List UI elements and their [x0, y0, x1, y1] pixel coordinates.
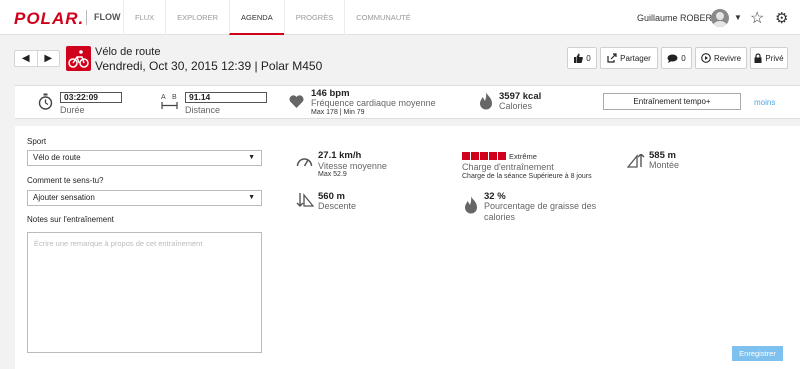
duration-field[interactable]: 03:22:09	[60, 92, 122, 103]
feeling-select[interactable]: Ajouter sensation ▼	[27, 190, 262, 206]
main-tabs: FLUX EXPLORER AGENDA PROGRÈS COMMUNAUTÉ	[123, 0, 422, 35]
ascent-label: Montée	[649, 160, 680, 170]
flow-product-label: FLOW	[94, 12, 121, 22]
gear-icon[interactable]: ⚙	[775, 9, 788, 27]
cycling-icon	[66, 46, 91, 71]
sport-label: Sport	[27, 137, 47, 146]
feeling-label: Comment te sens-tu?	[27, 176, 104, 185]
thumbs-up-icon	[573, 53, 584, 63]
notes-textarea[interactable]: Écrire une remarque à propos de cet entr…	[27, 232, 262, 353]
share-label: Partager	[620, 53, 651, 63]
replay-label: Revivre	[713, 53, 742, 63]
play-icon	[701, 53, 711, 63]
save-button[interactable]: Enregistrer	[732, 346, 783, 361]
comment-icon	[667, 54, 678, 63]
share-icon	[607, 53, 617, 63]
chevron-down-icon[interactable]: ▼	[734, 13, 742, 22]
descent-icon	[296, 193, 315, 212]
training-details-panel: Sport Vélo de route ▼ Comment te sens-tu…	[15, 126, 800, 369]
replay-button[interactable]: Revivre	[695, 47, 747, 69]
sport-select-value: Vélo de route	[33, 153, 81, 162]
logo-divider	[86, 10, 87, 25]
tab-flux[interactable]: FLUX	[123, 0, 165, 35]
notes-label: Notes sur l'entraînement	[27, 215, 114, 224]
summary-bar: 03:22:09 Durée AB 91.14 Distance 146 bpm…	[15, 85, 800, 119]
date-pager: ◀ ▶	[14, 50, 60, 67]
less-link[interactable]: moins	[754, 98, 775, 107]
ascent-icon	[626, 153, 645, 173]
share-button[interactable]: Partager	[600, 47, 658, 69]
next-arrow-icon[interactable]: ▶	[38, 51, 60, 66]
avg-speed-value: 27.1 km/h	[318, 150, 362, 161]
chevron-down-icon: ▼	[248, 154, 255, 161]
duration-label: Durée	[60, 105, 85, 115]
heart-rate-label: Fréquence cardiaque moyenne	[311, 98, 436, 108]
training-load-dots	[462, 152, 506, 160]
heart-rate-minmax: Max 178 | Min 79	[311, 109, 365, 116]
flame-icon	[464, 196, 478, 220]
training-load-level: Extrême	[509, 152, 537, 161]
calories-label: Calories	[499, 101, 533, 111]
distance-field[interactable]: 91.14	[185, 92, 267, 103]
sport-select[interactable]: Vélo de route ▼	[27, 150, 262, 166]
tab-progres[interactable]: PROGRÈS	[283, 0, 345, 35]
comment-count: 0	[681, 53, 686, 63]
load-dot-5	[498, 152, 506, 160]
descent-label: Descente	[318, 201, 357, 211]
load-dot-4	[489, 152, 497, 160]
tab-agenda[interactable]: AGENDA	[229, 0, 284, 35]
privacy-button[interactable]: Privé	[750, 47, 788, 69]
svg-text:A: A	[161, 94, 166, 101]
like-count: 0	[586, 53, 591, 63]
polar-logo[interactable]: POLAR.	[14, 9, 84, 29]
star-icon[interactable]: ☆	[750, 8, 764, 28]
training-tempo-button[interactable]: Entraînement tempo+	[603, 93, 741, 110]
fat-percentage-label-line1: Pourcentage de graisse des	[484, 201, 597, 211]
feeling-select-value: Ajouter sensation	[33, 193, 95, 202]
lock-icon	[754, 53, 762, 63]
tab-explorer[interactable]: EXPLORER	[165, 0, 229, 35]
load-dot-2	[471, 152, 479, 160]
training-load-label: Charge d'entraînement	[462, 162, 554, 172]
tab-communaute[interactable]: COMMUNAUTÉ	[344, 0, 422, 35]
distance-icon: AB	[161, 91, 179, 116]
fat-percentage-label-line2: calories	[484, 212, 516, 222]
speedometer-icon	[296, 154, 313, 172]
comment-button[interactable]: 0	[661, 47, 692, 69]
activity-header: ◀ ▶ Vélo de route Vendredi, Oct 30, 2015…	[0, 41, 800, 79]
heart-icon	[289, 95, 304, 113]
training-load-detail: Charge de la séance Supérieure à 8 jours	[462, 173, 592, 180]
activity-date: Vendredi, Oct 30, 2015 12:39 | Polar M45…	[95, 59, 323, 73]
stopwatch-icon	[38, 93, 53, 115]
load-dot-3	[480, 152, 488, 160]
chevron-down-icon: ▼	[248, 194, 255, 201]
privacy-label: Privé	[765, 53, 784, 63]
previous-arrow-icon[interactable]: ◀	[15, 51, 38, 66]
like-button[interactable]: 0	[567, 47, 597, 69]
svg-text:B: B	[172, 94, 177, 101]
distance-label: Distance	[185, 105, 221, 115]
flame-icon	[479, 92, 493, 116]
activity-sport-name: Vélo de route	[95, 46, 161, 58]
load-dot-1	[462, 152, 470, 160]
avatar[interactable]	[711, 9, 729, 27]
top-navigation: POLAR. FLOW FLUX EXPLORER AGENDA PROGRÈS…	[0, 0, 800, 35]
max-speed-value: Max 52.9	[318, 171, 347, 178]
user-name[interactable]: Guillaume ROBERT	[637, 13, 717, 23]
